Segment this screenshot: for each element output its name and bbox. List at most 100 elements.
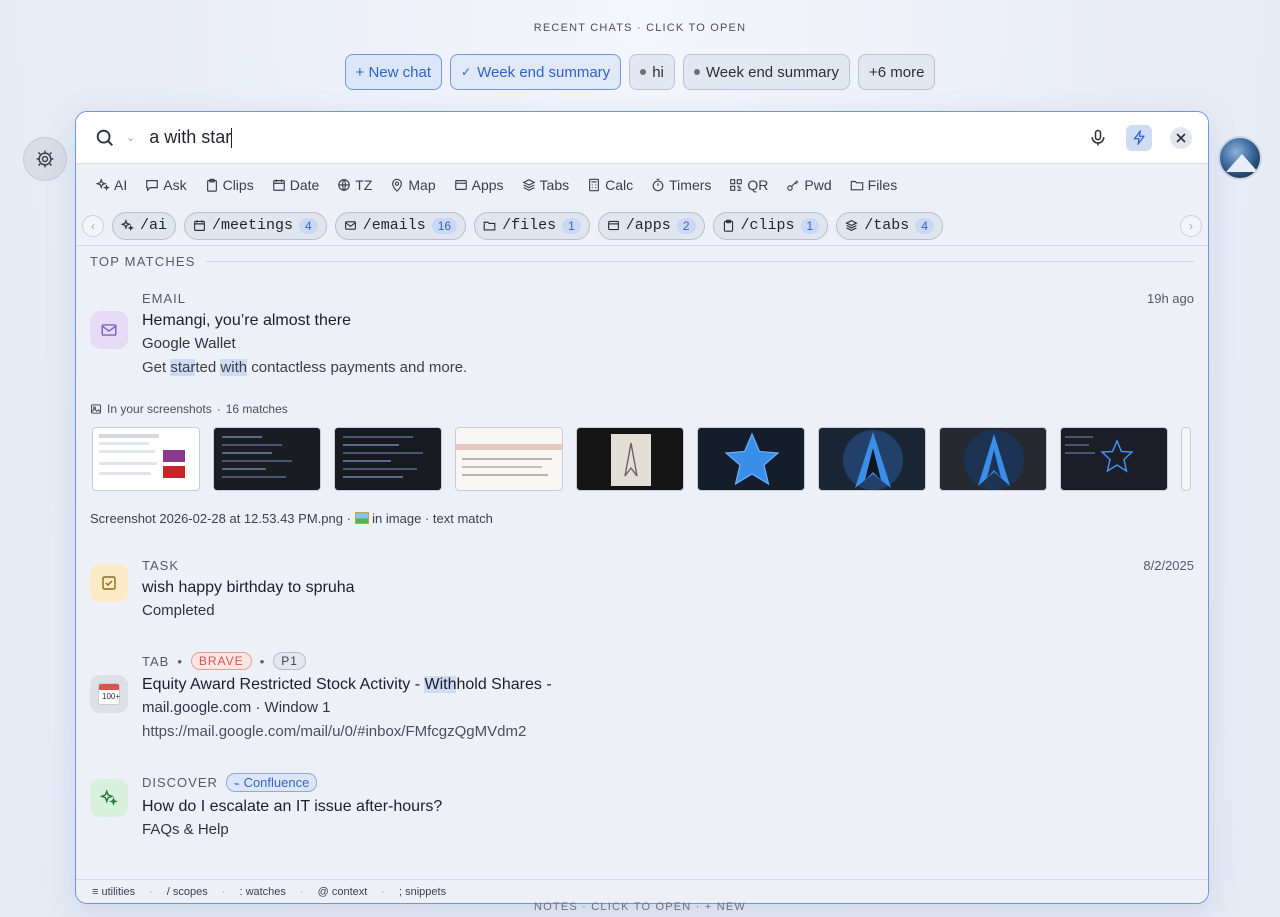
scope-ai[interactable]: /ai	[112, 211, 177, 240]
quick-mode-button[interactable]	[1126, 124, 1152, 151]
search-query: a with star	[149, 126, 232, 147]
screenshot-thumbnail[interactable]	[455, 427, 563, 491]
screenshot-thumbnail[interactable]	[92, 427, 200, 491]
scope-files[interactable]: /files 1	[474, 211, 590, 240]
filter-files[interactable]: Files	[850, 177, 897, 193]
hint-utilities[interactable]: ≡ utilities	[92, 886, 135, 898]
screenshot-thumbnail[interactable]	[697, 427, 805, 491]
footer-hints: ≡ utilities · / scopes · : watches · @ c…	[76, 879, 1208, 903]
chat-chip-week-end-summary-active[interactable]: ✓ Week end summary	[450, 54, 622, 90]
hint-watches[interactable]: : watches	[239, 886, 285, 898]
separator: ·	[299, 885, 304, 898]
result-domain: mail.google.com · Window 1	[142, 699, 331, 716]
filter-label: Calc	[605, 177, 634, 193]
scope-clips[interactable]: /clips 1	[712, 211, 829, 240]
filter-map[interactable]: Map	[390, 177, 436, 193]
screenshot-thumbnail[interactable]	[576, 427, 684, 491]
scope-emails[interactable]: /emails 16	[334, 211, 467, 240]
scope-tabs[interactable]: /tabs 4	[836, 211, 943, 240]
task-result-icon	[90, 564, 128, 602]
screenshot-thumbnail-partial[interactable]	[1181, 427, 1191, 491]
result-category: FAQs & Help	[142, 821, 229, 838]
separator: ·	[216, 402, 221, 416]
scope-apps[interactable]: /apps 2	[597, 211, 705, 240]
chat-chip-hi[interactable]: hi	[629, 54, 675, 90]
scope-scroll-left-button[interactable]: ‹	[82, 214, 104, 237]
result-kind-row: TAB • BRAVE • P1	[142, 652, 1194, 670]
filter-calc[interactable]: Calc	[587, 177, 633, 193]
result-sender: Google Wallet	[142, 335, 236, 352]
filter-label: Ask	[163, 177, 187, 193]
separator: •	[177, 653, 183, 669]
filter-label: Map	[408, 177, 436, 193]
hint-label: utilities	[101, 885, 136, 898]
filter-timers[interactable]: Timers	[651, 177, 711, 193]
search-input[interactable]: a with star	[149, 126, 1088, 149]
chevron-down-icon[interactable]: ⌄	[126, 131, 135, 144]
hint-scopes[interactable]: / scopes	[167, 886, 208, 898]
filter-tabs[interactable]: Tabs	[522, 177, 570, 193]
more-chats-button[interactable]: +6 more	[857, 54, 936, 90]
plug-icon: ⌁	[233, 779, 240, 790]
avatar[interactable]	[1218, 136, 1262, 180]
timer-icon	[652, 178, 664, 192]
settings-button[interactable]	[23, 137, 67, 181]
folder-icon	[850, 180, 863, 191]
chat-icon	[146, 180, 159, 192]
result-discover[interactable]: DISCOVER ⌁ Confluence How do I escalate …	[76, 773, 1208, 838]
avatar-mountain	[1226, 154, 1258, 172]
chevron-right-icon: ›	[1189, 218, 1193, 233]
filter-ai[interactable]: AI	[96, 177, 127, 193]
match-location: in image	[372, 511, 422, 526]
microphone-icon[interactable]	[1088, 128, 1108, 148]
screenshots-count: 16 matches	[225, 402, 288, 416]
screenshot-thumbnail[interactable]	[213, 427, 321, 491]
screenshot-thumbnail[interactable]	[818, 427, 926, 491]
filter-clips[interactable]: Clips	[205, 177, 254, 193]
filter-bar: AI Ask Clips Date TZ Map Apps Tabs Calc …	[76, 164, 1208, 206]
separator: ·	[149, 885, 153, 898]
screenshot-thumbnail[interactable]	[334, 427, 442, 491]
hint-snippets[interactable]: ; snippets	[399, 886, 446, 898]
checkbox-icon	[102, 576, 116, 590]
hint-label: watches	[245, 885, 286, 898]
filter-label: AI	[114, 177, 128, 193]
scope-label: /emails	[362, 217, 426, 234]
window-icon	[607, 220, 619, 231]
new-chat-button[interactable]: + New chat	[344, 54, 443, 90]
browser-badge: BRAVE	[190, 652, 252, 670]
filter-tz[interactable]: TZ	[337, 177, 372, 193]
result-email[interactable]: EMAIL 19h ago Hemangi, you’re almost the…	[76, 291, 1208, 376]
result-title: Equity Award Restricted Stock Activity -…	[142, 676, 1194, 694]
a-logo-icon	[855, 432, 891, 488]
filter-pwd[interactable]: Pwd	[786, 177, 832, 193]
result-tab[interactable]: 100+ TAB • BRAVE • P1 Equity Award Restr…	[76, 652, 1208, 740]
result-task[interactable]: TASK 8/2/2025 wish happy birthday to spr…	[76, 558, 1208, 619]
scope-meetings[interactable]: /meetings 4	[184, 211, 327, 240]
hint-key: /	[166, 885, 170, 898]
pin-icon	[392, 178, 403, 192]
filter-label: QR	[747, 177, 769, 193]
notes-bar[interactable]: NOTES · CLICK TO OPEN · + NEW	[0, 901, 1280, 913]
close-button[interactable]	[1170, 126, 1192, 149]
hint-context[interactable]: @ context	[318, 886, 368, 898]
filter-qr[interactable]: QR	[729, 177, 768, 193]
snippet-highlight: star	[170, 359, 196, 376]
result-status: Completed	[142, 602, 215, 619]
filter-date[interactable]: Date	[272, 177, 319, 193]
filter-ask[interactable]: Ask	[145, 177, 187, 193]
screenshot-thumbnail[interactable]	[1060, 427, 1168, 491]
separator: ·	[381, 885, 385, 898]
chat-chip-label: Week end summary	[705, 63, 839, 81]
recent-chats-bar: + New chat ✓ Week end summary hi Week en…	[0, 54, 1280, 90]
filter-label: Tabs	[539, 177, 570, 193]
screenshot-thumbnail[interactable]	[939, 427, 1047, 491]
filter-apps[interactable]: Apps	[454, 177, 504, 193]
search-icon	[96, 129, 113, 146]
separator: ·	[424, 511, 433, 526]
tab-result-icon: 100+	[90, 675, 128, 713]
scope-scroll-right-button[interactable]: ›	[1180, 214, 1202, 237]
dot-icon	[693, 69, 700, 75]
scope-count: 1	[800, 217, 820, 234]
chat-chip-week-end-summary[interactable]: Week end summary	[682, 54, 850, 90]
